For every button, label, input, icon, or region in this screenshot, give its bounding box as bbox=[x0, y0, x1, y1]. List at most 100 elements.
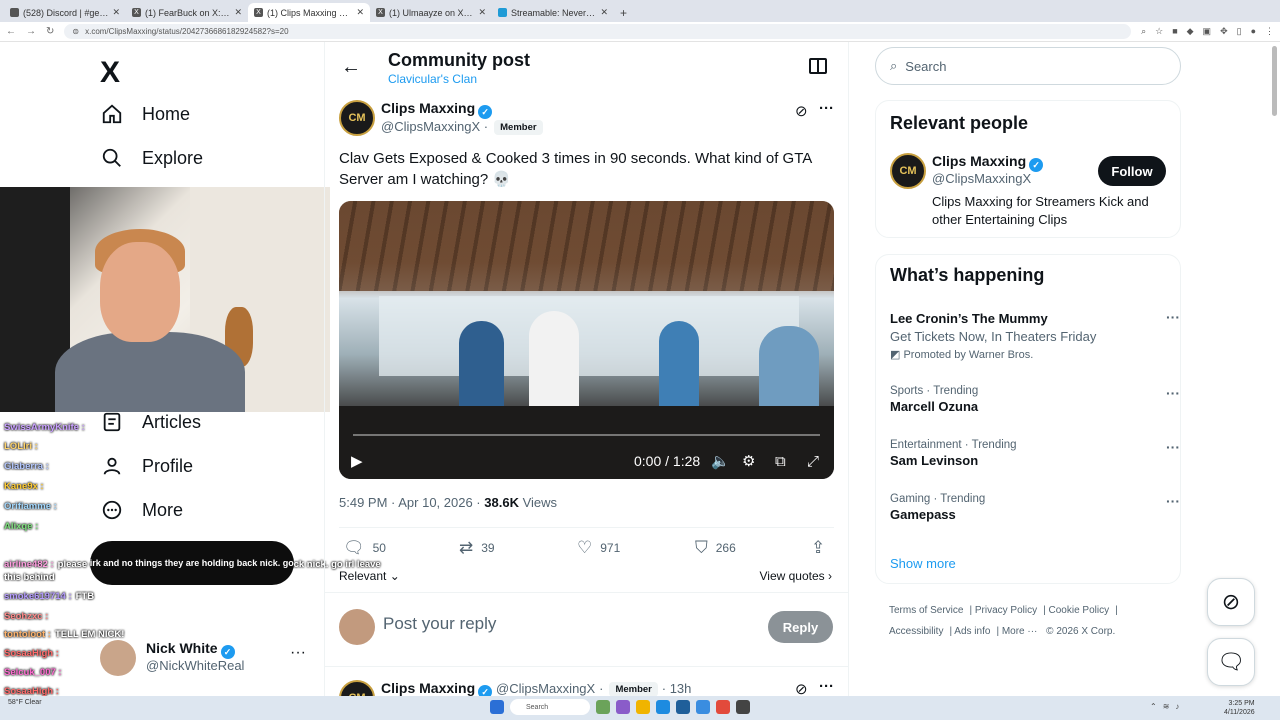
forward-arrow-icon[interactable]: → bbox=[26, 26, 36, 37]
volume-icon[interactable]: 🔈 bbox=[711, 452, 730, 470]
play-icon[interactable]: ▶ bbox=[351, 452, 363, 470]
reload-icon[interactable]: ↻ bbox=[46, 26, 54, 37]
person-handle[interactable]: @ClipsMaxxingX bbox=[932, 171, 1031, 186]
pip-icon[interactable]: ⧉ bbox=[775, 453, 786, 470]
post-author-avatar[interactable]: CM bbox=[339, 100, 375, 136]
person-name[interactable]: Clips Maxxing ✓ bbox=[932, 153, 1044, 172]
extension-icon[interactable]: ▣ bbox=[1203, 26, 1212, 37]
close-icon[interactable]: ✕ bbox=[356, 7, 364, 18]
scrollbar[interactable] bbox=[1272, 46, 1277, 116]
new-tab-button[interactable]: + bbox=[614, 3, 633, 22]
volume-icon[interactable]: ♪ bbox=[1175, 702, 1179, 711]
reader-mode-icon[interactable] bbox=[809, 58, 827, 74]
search-icon: ⌕ bbox=[890, 58, 898, 73]
reply-submit-button[interactable]: Reply bbox=[768, 611, 833, 643]
reply-button[interactable]: 🗨 50 bbox=[343, 538, 386, 558]
footer-link[interactable]: Accessibility bbox=[889, 626, 943, 637]
zoom-icon[interactable]: ⌕ bbox=[1141, 26, 1146, 37]
post-author-name[interactable]: Clips Maxxing ✓ bbox=[381, 100, 493, 119]
sort-dropdown[interactable]: Relevant ⌄ bbox=[339, 569, 400, 583]
nav-home[interactable]: Home bbox=[100, 102, 190, 126]
post-author-handle[interactable]: @ClipsMaxxingX · Member bbox=[381, 119, 543, 135]
chat-user: Alixqe : bbox=[4, 521, 39, 532]
edge-icon[interactable] bbox=[656, 700, 670, 714]
grok-icon[interactable]: ⊘ bbox=[795, 102, 808, 120]
trend-item[interactable]: Gaming · Trending Gamepass ··· bbox=[890, 493, 1180, 522]
chrome-icon[interactable] bbox=[716, 700, 730, 714]
reply-input[interactable]: Post your reply bbox=[383, 614, 496, 634]
wifi-icon[interactable]: ≋ bbox=[1163, 702, 1170, 711]
footer-link[interactable]: Privacy Policy bbox=[975, 605, 1037, 616]
browser-tab-active[interactable]: X (1) Clips Maxxing on X: "Clav Ge ✕ bbox=[248, 3, 370, 22]
footer-link[interactable]: Ads info bbox=[954, 626, 990, 637]
grok-fab-button[interactable]: ⊘ bbox=[1207, 578, 1255, 626]
chat-line: Glaberra : bbox=[4, 461, 53, 472]
more-dots-icon[interactable]: ··· bbox=[1166, 309, 1180, 325]
settings-gear-icon[interactable]: ⚙ bbox=[742, 452, 755, 470]
close-icon[interactable]: ✕ bbox=[112, 7, 120, 18]
extension-icon[interactable]: ◆ bbox=[1187, 26, 1194, 37]
chevron-right-icon: › bbox=[828, 569, 832, 583]
close-icon[interactable]: ✕ bbox=[478, 7, 486, 18]
browser-tab[interactable]: X (1) Ulmaayze on X: "Eddie an ✕ bbox=[370, 3, 492, 22]
more-dots-icon[interactable]: ··· bbox=[1166, 385, 1180, 401]
site-info-icon[interactable]: ⊜ bbox=[72, 27, 79, 36]
chat-line: Seohzxc : bbox=[4, 611, 52, 622]
post-video[interactable]: ▶ 0:00 / 1:28 🔈 ⚙ ⧉ ⤢ bbox=[339, 201, 834, 479]
chat-line: Alixqe : bbox=[4, 521, 42, 532]
app-icon[interactable] bbox=[596, 700, 610, 714]
windows-start-icon[interactable] bbox=[490, 700, 504, 714]
mail-icon[interactable] bbox=[696, 700, 710, 714]
menu-dots-icon[interactable]: ⋮ bbox=[1265, 26, 1274, 37]
app-icon[interactable] bbox=[676, 700, 690, 714]
browser-tab[interactable]: (528) Discord | #general | ✕ bbox=[4, 3, 126, 22]
account-more-icon[interactable]: ··· bbox=[290, 644, 306, 662]
like-button[interactable]: ♡ 971 bbox=[577, 538, 620, 558]
messages-fab-button[interactable]: 🗨 bbox=[1207, 638, 1255, 686]
trend-item[interactable]: Sports · Trending Marcell Ozuna ··· bbox=[890, 385, 1180, 414]
app-icon[interactable] bbox=[616, 700, 630, 714]
extension-icon[interactable]: ■ bbox=[1172, 26, 1177, 37]
footer-link[interactable]: Terms of Service bbox=[889, 605, 963, 616]
more-dots-icon[interactable]: ··· bbox=[1166, 493, 1180, 509]
trend-item[interactable]: Entertainment · Trending Sam Levinson ··… bbox=[890, 439, 1180, 468]
footer-link[interactable]: More ··· bbox=[1002, 626, 1038, 637]
account-switcher[interactable]: Nick White ✓ @NickWhiteReal ··· bbox=[100, 636, 315, 682]
show-more-link[interactable]: Show more bbox=[890, 556, 956, 571]
share-button[interactable]: ⇪ bbox=[811, 538, 825, 558]
browser-tab[interactable]: X (1) FearBuck on X: "An Instagram ✕ bbox=[126, 3, 248, 22]
search-input[interactable]: ⌕ Search bbox=[875, 47, 1181, 85]
taskbar-clock[interactable]: 3:25 PM 4/11/2026 bbox=[1224, 699, 1255, 717]
close-icon[interactable]: ✕ bbox=[234, 7, 242, 18]
back-arrow-icon[interactable]: ← bbox=[341, 56, 361, 79]
chevron-down-icon: ⌄ bbox=[389, 569, 400, 583]
bookmark-star-icon[interactable]: ☆ bbox=[1155, 26, 1163, 37]
weather-widget[interactable]: 58°F Clear bbox=[8, 698, 42, 707]
trend-item[interactable]: Lee Cronin’s The Mummy Get Tickets Now, … bbox=[890, 309, 1180, 361]
more-dots-icon[interactable]: ··· bbox=[819, 100, 834, 117]
sidebar-icon[interactable]: ▯ bbox=[1237, 26, 1242, 37]
repost-button[interactable]: ⇄ 39 bbox=[459, 538, 495, 558]
app-icon[interactable] bbox=[736, 700, 750, 714]
avatar[interactable]: CM bbox=[890, 153, 926, 189]
fullscreen-icon[interactable]: ⤢ bbox=[807, 453, 819, 470]
close-icon[interactable]: ✕ bbox=[600, 7, 608, 18]
chevron-up-icon[interactable]: ⌃ bbox=[1150, 702, 1157, 711]
view-quotes-link[interactable]: View quotes › bbox=[760, 569, 833, 583]
x-logo[interactable]: X bbox=[100, 56, 120, 90]
footer-link[interactable]: Cookie Policy bbox=[1049, 605, 1110, 616]
profile-icon[interactable]: ● bbox=[1251, 26, 1256, 37]
more-dots-icon[interactable]: ··· bbox=[819, 678, 834, 695]
more-dots-icon[interactable]: ··· bbox=[1166, 439, 1180, 455]
taskbar-search[interactable]: Search bbox=[510, 699, 590, 715]
follow-button[interactable]: Follow bbox=[1098, 156, 1166, 186]
puzzle-icon[interactable]: ✥ bbox=[1220, 26, 1228, 37]
video-progress-bar[interactable] bbox=[353, 434, 820, 436]
nav-explore[interactable]: Explore bbox=[100, 146, 203, 170]
community-link[interactable]: Clavicular's Clan bbox=[388, 72, 477, 86]
file-explorer-icon[interactable] bbox=[636, 700, 650, 714]
bookmark-button[interactable]: ⛉ 266 bbox=[695, 538, 736, 558]
browser-tab[interactable]: Streamable: Never IRL Stream ✕ bbox=[492, 3, 614, 22]
address-bar[interactable]: ⊜ x.com/ClipsMaxxing/status/2042736686182… bbox=[64, 24, 1132, 39]
back-arrow-icon[interactable]: ← bbox=[6, 26, 16, 37]
